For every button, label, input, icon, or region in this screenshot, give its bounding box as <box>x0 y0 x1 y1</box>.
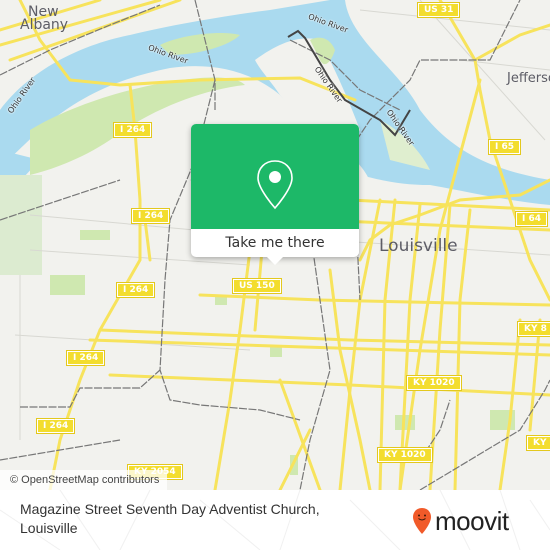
moovit-pin-smile-icon <box>413 508 431 534</box>
road-shield: US 31 <box>416 2 461 18</box>
city-label-line: Albany <box>20 17 69 33</box>
road-shield: I 264 <box>130 208 171 224</box>
city-label-louisville: Louisville <box>379 236 458 256</box>
moovit-wordmark: moovit <box>435 505 509 536</box>
map-pin-icon <box>257 160 293 210</box>
road-shield: I 264 <box>35 418 76 434</box>
moovit-logo[interactable]: moovit <box>412 506 509 536</box>
road-shield: US 150 <box>232 278 282 294</box>
footer: Magazine Street Seventh Day Adventist Ch… <box>0 490 550 550</box>
place-name: Magazine Street Seventh Day Adventist Ch… <box>20 501 320 536</box>
map[interactable]: New Albany Louisville Jefferso Ohio Rive… <box>0 0 550 490</box>
road-shield: KY 1020 <box>406 375 462 391</box>
road-shield: I 64 <box>514 211 549 227</box>
road-shield: I 65 <box>487 139 522 155</box>
road-shield: KY <box>526 435 550 451</box>
popup-header[interactable] <box>191 124 359 229</box>
road-shield: I 264 <box>65 350 106 366</box>
road-shield: I 264 <box>115 282 156 298</box>
take-me-there-button[interactable]: Take me there <box>191 229 359 257</box>
popup-pointer <box>267 257 283 265</box>
road-shield: KY 8 <box>517 321 550 337</box>
location-popup[interactable]: Take me there <box>191 124 359 265</box>
map-attribution[interactable]: © OpenStreetMap contributors <box>0 470 168 490</box>
road-shield: I 264 <box>112 122 153 138</box>
road-shield: KY 1020 <box>377 447 433 463</box>
city-label-jeffersonville: Jefferso <box>507 71 550 86</box>
city-label-new-albany: New Albany <box>20 5 69 33</box>
